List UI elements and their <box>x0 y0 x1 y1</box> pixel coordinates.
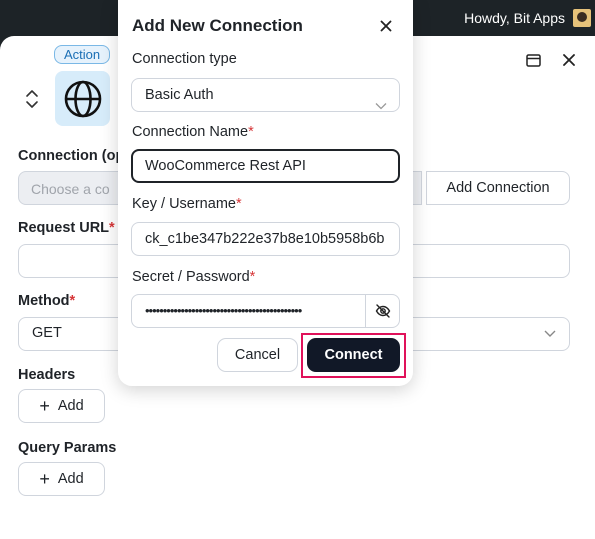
modal-title: Add New Connection <box>132 16 303 35</box>
chevron-down-icon <box>543 326 557 345</box>
connection-type-select[interactable]: Basic Auth <box>131 78 400 112</box>
required-mark: * <box>249 269 256 285</box>
add-connection-modal: Add New Connection Connection type Basic… <box>118 0 413 386</box>
window-icon[interactable] <box>525 52 541 68</box>
headers-label: Headers <box>18 367 76 383</box>
secret-input[interactable]: ••••••••••••••••••••••••••••••••••••••••… <box>131 294 400 328</box>
connection-name-text: Connection Name <box>132 124 249 140</box>
plus-icon: + <box>39 396 50 416</box>
connection-name-label: Connection Name* <box>132 124 254 140</box>
cancel-button[interactable]: Cancel <box>217 338 298 372</box>
connection-type-value: Basic Auth <box>145 87 214 103</box>
globe-icon <box>55 71 110 126</box>
required-mark: * <box>248 124 254 140</box>
key-label: Key / Username* <box>132 196 242 212</box>
request-url-label: Request URL* <box>18 220 115 236</box>
required-mark: * <box>69 293 76 309</box>
connection-placeholder: Choose a co <box>31 181 110 197</box>
secret-masked-value: ••••••••••••••••••••••••••••••••••••••••… <box>145 303 302 318</box>
connection-type-label: Connection type <box>132 51 237 67</box>
avatar[interactable] <box>573 9 591 27</box>
add-query-param-button[interactable]: + Add <box>18 462 105 496</box>
required-mark: * <box>109 220 115 236</box>
eye-off-icon[interactable] <box>365 295 399 327</box>
secret-label: Secret / Password* <box>132 269 255 285</box>
query-params-label: Query Params <box>18 440 117 456</box>
add-header-label: Add <box>57 398 84 414</box>
close-icon[interactable] <box>380 19 392 32</box>
method-label: Method* <box>18 293 75 309</box>
connect-highlight: Connect <box>301 333 406 378</box>
add-header-button[interactable]: + Add <box>18 389 105 423</box>
plus-icon: + <box>39 469 50 489</box>
sort-icon[interactable] <box>24 89 40 109</box>
connect-button[interactable]: Connect <box>307 338 400 372</box>
method-value: GET <box>32 325 62 341</box>
key-input[interactable]: ck_c1be347b222e37b8e10b5958b6b <box>131 222 400 256</box>
panel-controls <box>525 52 577 68</box>
howdy-text[interactable]: Howdy, Bit Apps <box>464 10 565 26</box>
connection-label: Connection (op <box>18 148 125 164</box>
chevron-down-icon <box>375 91 387 111</box>
connection-name-input[interactable]: WooCommerce Rest API <box>131 149 400 183</box>
add-connection-button[interactable]: Add Connection <box>426 171 570 205</box>
request-url-text: Request URL <box>18 220 110 236</box>
required-mark: * <box>235 196 242 212</box>
add-query-param-label: Add <box>57 471 84 487</box>
key-text: Key / Username <box>132 196 236 212</box>
action-badge: Action <box>54 45 111 64</box>
secret-text: Secret / Password <box>132 269 250 285</box>
close-icon[interactable] <box>561 52 577 68</box>
method-text: Method <box>18 293 70 309</box>
